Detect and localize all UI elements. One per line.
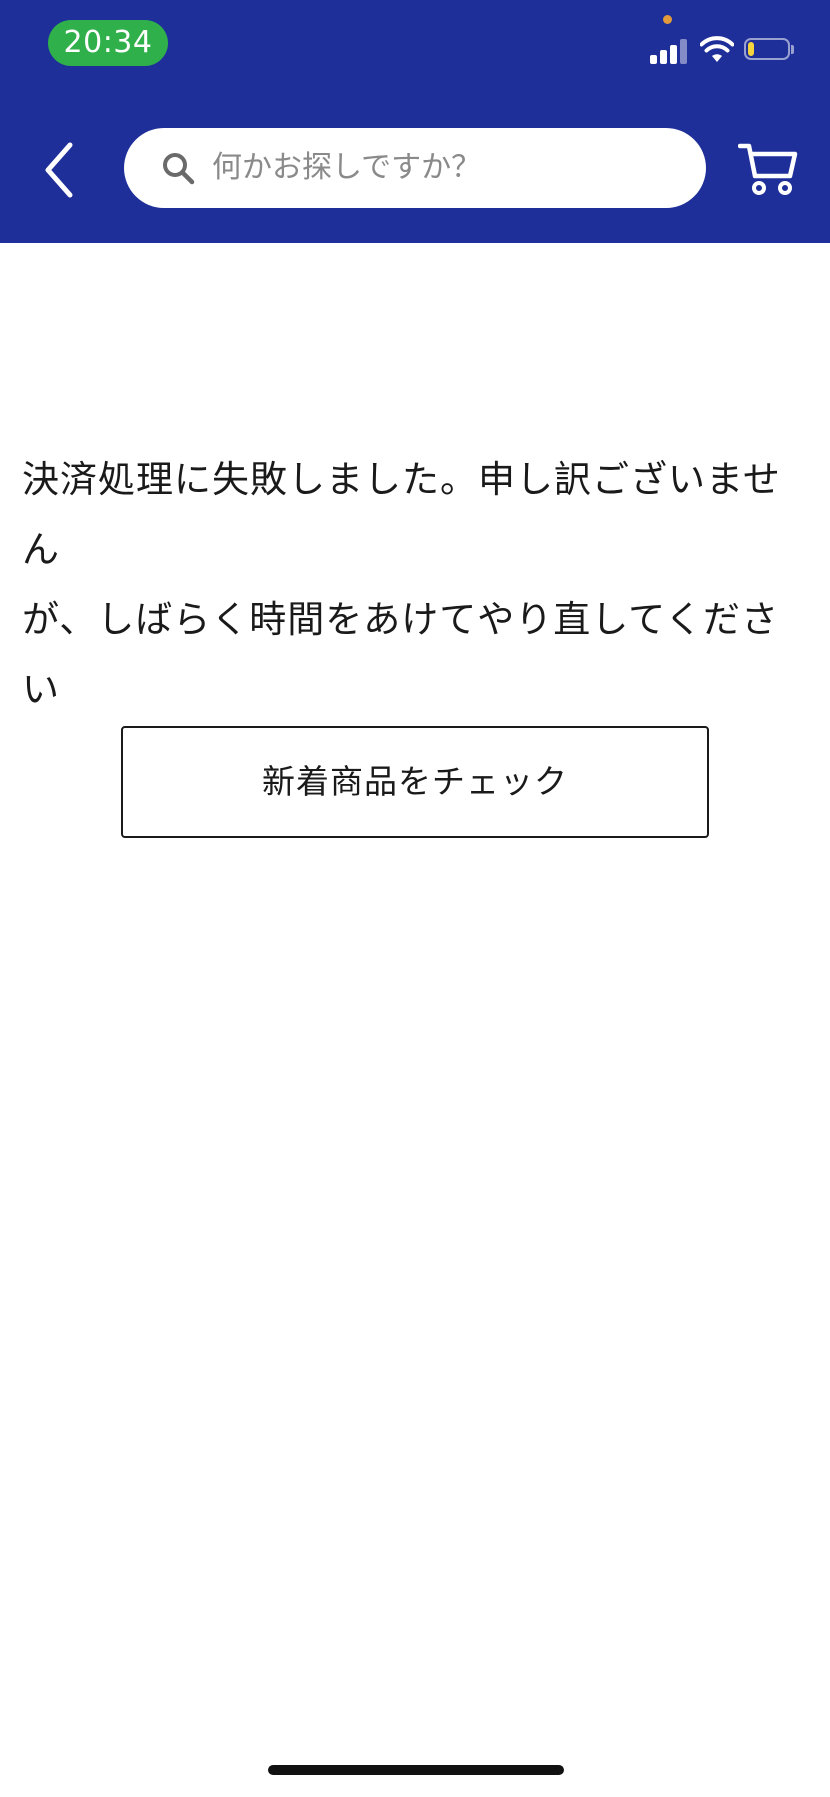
screen: 20:34 何かお探しですか？ 決済処理に失敗しました。申し訳ございません が、… <box>0 0 830 1797</box>
search-input[interactable]: 何かお探しですか？ <box>124 128 706 208</box>
header: 20:34 何かお探しですか？ <box>0 0 830 243</box>
battery-level <box>748 42 754 56</box>
check-new-arrivals-button[interactable]: 新着商品をチェック <box>121 726 709 838</box>
status-time[interactable]: 20:34 <box>48 20 168 66</box>
search-placeholder: 何かお探しですか？ <box>212 150 482 185</box>
battery-icon <box>744 38 794 62</box>
payment-error-message: 決済処理に失敗しました。申し訳ございません が、しばらく時間をあけてやり直してく… <box>22 445 812 725</box>
cart-icon[interactable] <box>738 138 800 198</box>
back-button[interactable] <box>36 135 86 205</box>
search-icon <box>163 153 195 185</box>
privacy-indicator-dot <box>663 15 672 24</box>
wifi-icon <box>700 36 734 62</box>
cellular-signal-icon <box>650 38 690 64</box>
home-indicator[interactable] <box>268 1765 564 1775</box>
error-message-line-1: 決済処理に失敗しました。申し訳ございません <box>22 458 781 571</box>
error-message-line-2: が、しばらく時間をあけてやり直してください <box>22 598 780 711</box>
